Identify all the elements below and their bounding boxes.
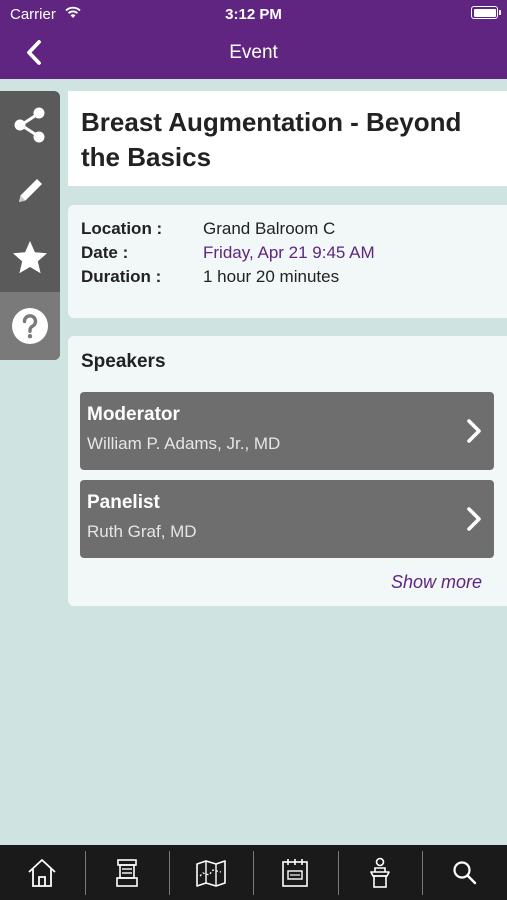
tab-speakers[interactable] [338, 845, 422, 900]
event-info-card: Location : Grand Balroom C Date : Friday… [68, 205, 507, 318]
speaker-row-panelist[interactable]: Panelist Ruth Graf, MD [80, 480, 494, 558]
location-label: Location : [81, 219, 163, 238]
status-bar: Carrier 3:12 PM [0, 0, 507, 28]
share-button[interactable] [0, 91, 60, 159]
exhibitor-booth-icon [116, 858, 138, 887]
event-title: Breast Augmentation - Beyond the Basics [81, 107, 462, 172]
duration-value: 1 hour 20 minutes [203, 267, 340, 286]
tab-exhibitors[interactable] [85, 845, 169, 900]
pencil-icon [19, 179, 42, 202]
duration-label: Duration : [81, 267, 162, 286]
star-icon [13, 241, 47, 274]
speaker-role: Panelist [87, 492, 160, 513]
tab-schedule[interactable] [253, 845, 337, 900]
speakers-heading: Speakers [81, 351, 166, 372]
speaker-name: William P. Adams, Jr., MD [87, 434, 281, 453]
speaker-podium-icon [370, 857, 390, 888]
home-icon [28, 858, 56, 887]
event-title-card: Breast Augmentation - Beyond the Basics [68, 91, 507, 186]
bottom-tab-bar [0, 845, 507, 900]
tab-map[interactable] [169, 845, 253, 900]
page-title: Event [229, 42, 278, 63]
speaker-role: Moderator [87, 404, 180, 425]
tab-home[interactable] [0, 845, 84, 900]
search-icon [453, 860, 477, 884]
speaker-row-moderator[interactable]: Moderator William P. Adams, Jr., MD [80, 392, 494, 470]
date-label: Date : [81, 243, 129, 262]
chevron-right-icon [467, 419, 481, 443]
help-icon [12, 308, 48, 344]
map-icon [196, 859, 226, 887]
edit-note-button[interactable] [0, 157, 60, 225]
tab-search[interactable] [423, 845, 507, 900]
side-toolbar [0, 91, 60, 360]
share-icon [14, 107, 45, 143]
schedule-icon [282, 858, 308, 887]
date-value[interactable]: Friday, Apr 21 9:45 AM [203, 243, 375, 263]
nav-header: Carrier 3:12 PM Event [0, 0, 507, 79]
show-more-link[interactable]: Show more [391, 572, 482, 593]
battery-icon [471, 6, 501, 19]
speaker-name: Ruth Graf, MD [87, 522, 197, 541]
chevron-right-icon [467, 507, 481, 531]
favorite-button[interactable] [0, 224, 60, 292]
location-value: Grand Balroom C [203, 219, 336, 238]
speakers-card: Speakers Moderator William P. Adams, Jr.… [68, 336, 507, 606]
help-button[interactable] [0, 292, 60, 360]
status-time: 3:12 PM [225, 6, 282, 23]
